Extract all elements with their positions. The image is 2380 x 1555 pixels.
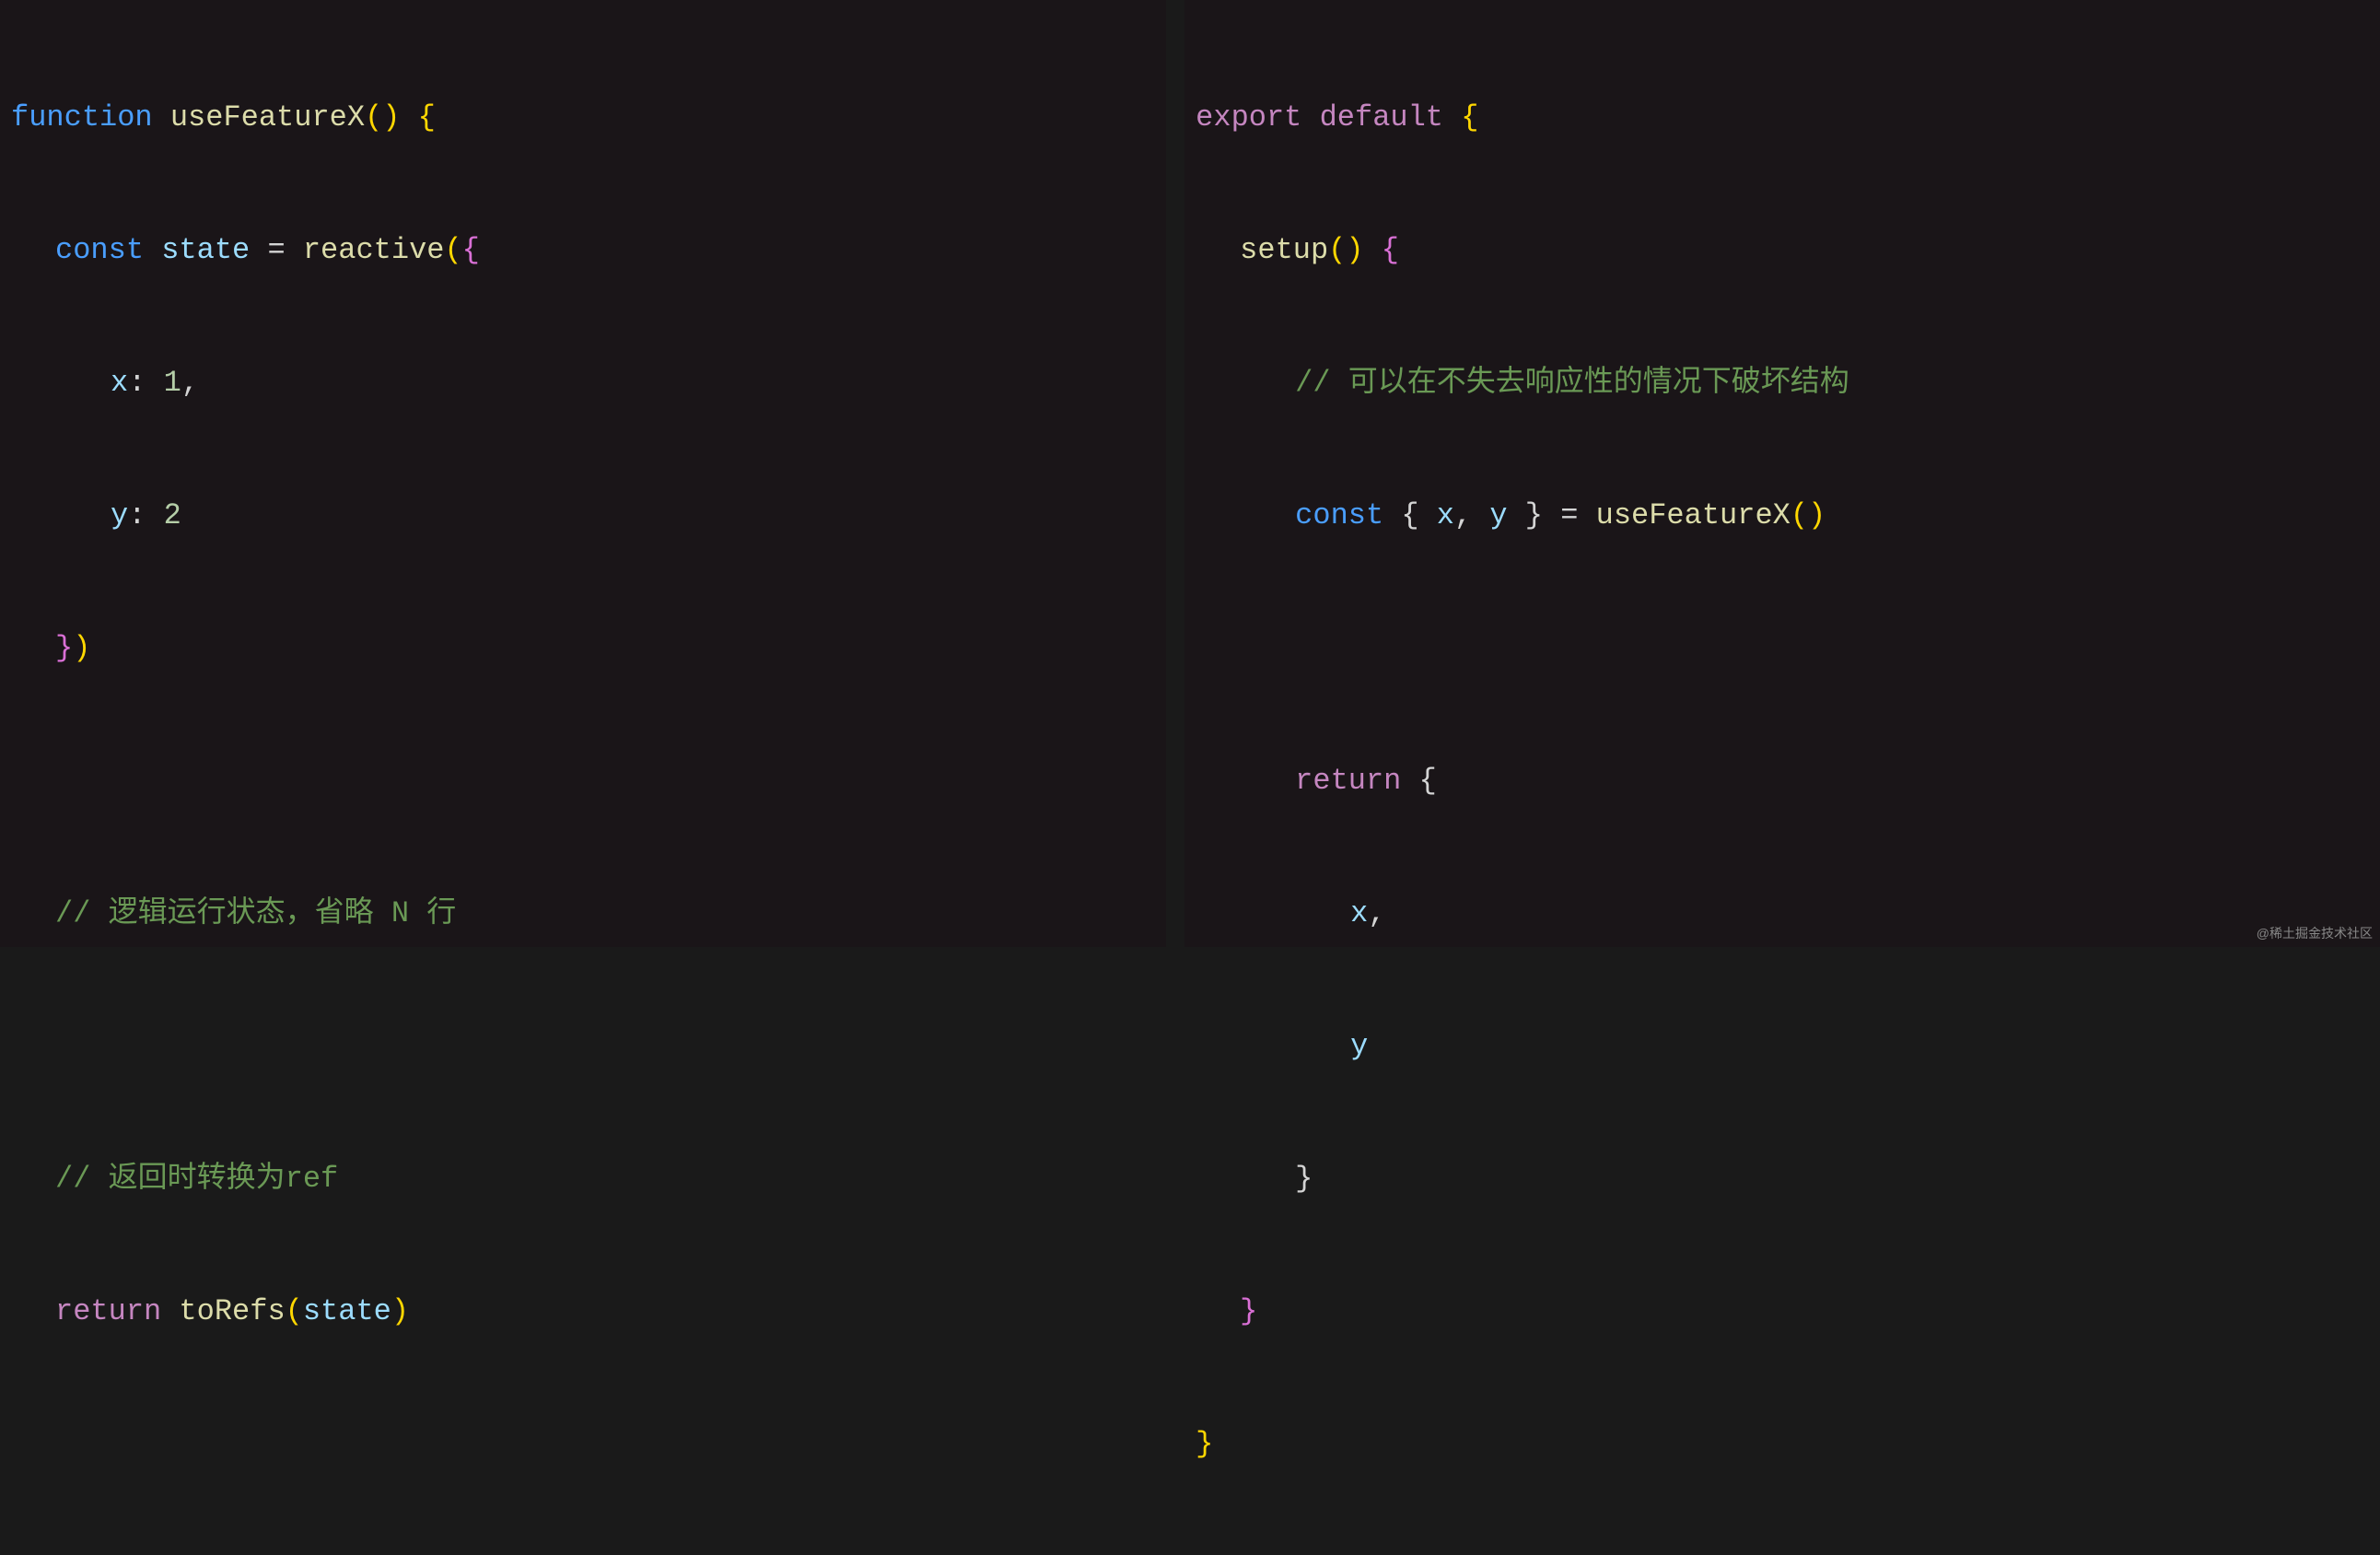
function-name: useFeatureX [170,100,365,134]
number: 1 [164,366,181,400]
code-line: // 返回时转换为ref [0,1157,1166,1201]
code-line-empty [1184,626,2380,671]
variable: state [161,233,250,267]
brace: { [418,100,436,134]
keyword-export: export [1196,100,1301,134]
keyword-return: return [55,1294,161,1328]
keyword-function: function [11,100,153,134]
code-line: export default { [1184,96,2380,140]
code-line: } [1184,1157,2380,1201]
code-line: setup() { [1184,228,2380,273]
variable: x [1437,498,1454,532]
function-call: useFeatureX [1596,498,1791,532]
comment: // 返回时转换为ref [55,1162,338,1196]
code-line: return { [1184,759,2380,803]
code-line: // 逻辑运行状态，省略 N 行 [0,892,1166,936]
code-panel-left: function useFeatureX() { const state = r… [0,0,1166,947]
property: y [1350,1029,1368,1063]
paren: () [365,100,400,134]
keyword-const: const [1295,498,1383,532]
property: x [111,366,128,400]
code-line: }) [0,626,1166,671]
method-name: setup [1240,233,1328,267]
code-line: // 可以在不失去响应性的情况下破坏结构 [1184,361,2380,405]
code-line: const { x, y } = useFeatureX() [1184,494,2380,538]
code-line: y [1184,1024,2380,1069]
variable: y [1489,498,1507,532]
code-panel-right: export default { setup() { // 可以在不失去响应性的… [1184,0,2380,947]
property: x [1350,896,1368,930]
code-line: y: 2 [0,494,1166,538]
watermark: @稀土掘金技术社区 [2257,924,2373,943]
variable: state [303,1294,391,1328]
keyword-const: const [55,233,144,267]
code-line: const state = reactive({ [0,228,1166,273]
property: y [111,498,128,532]
code-line-empty [0,759,1166,803]
function-call: toRefs [179,1294,285,1328]
function-call: reactive [303,233,445,267]
keyword-return: return [1295,764,1401,798]
code-line-empty [0,1024,1166,1069]
code-line: } [1184,1422,2380,1467]
keyword-default: default [1320,100,1443,134]
code-line: return toRefs(state) [0,1290,1166,1334]
comment: // 可以在不失去响应性的情况下破坏结构 [1295,366,1849,400]
number: 2 [164,498,181,532]
code-line: x: 1, [0,361,1166,405]
code-line: x, [1184,892,2380,936]
code-line: function useFeatureX() { [0,96,1166,140]
code-line: } [1184,1290,2380,1334]
comment: // 逻辑运行状态，省略 N 行 [55,896,456,930]
